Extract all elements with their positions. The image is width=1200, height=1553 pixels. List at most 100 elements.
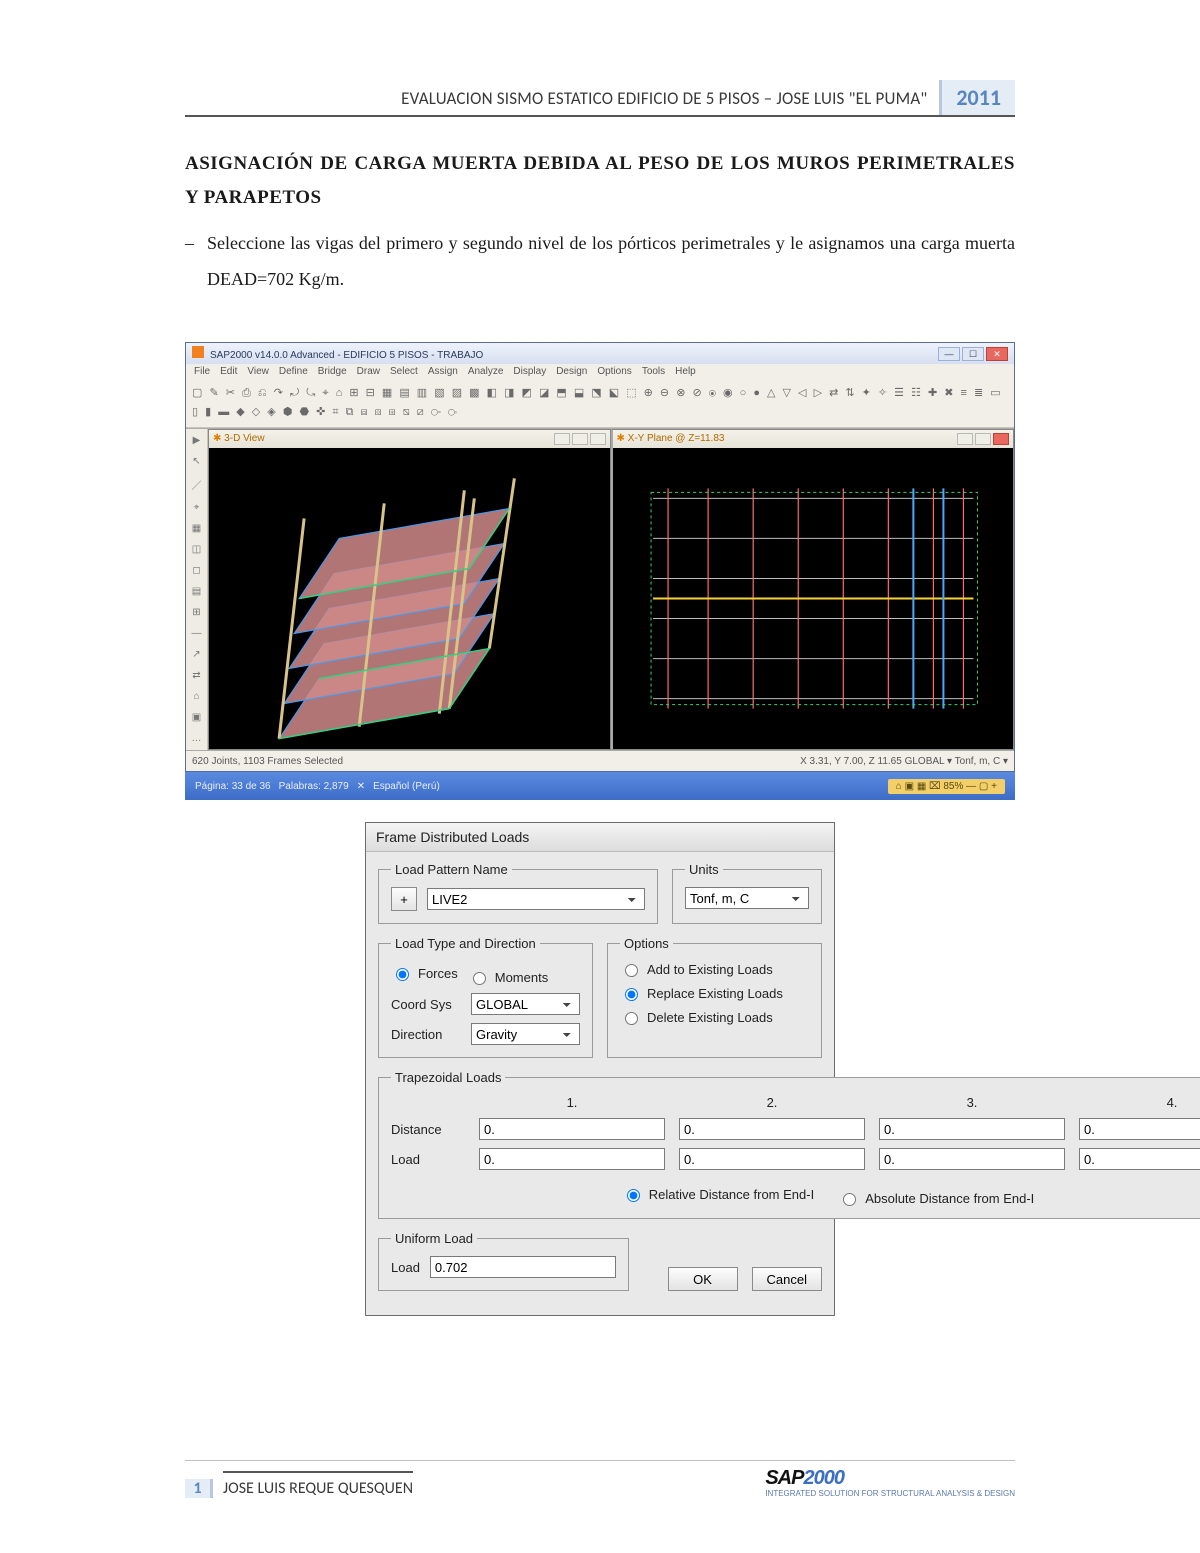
sap-view-3d-title: 3-D View bbox=[224, 433, 264, 444]
label-trap-load: Load bbox=[391, 1152, 465, 1167]
label-distance: Distance bbox=[391, 1122, 465, 1137]
trap-load-1[interactable] bbox=[479, 1148, 665, 1170]
sap-statusbar: 620 Joints, 1103 Frames Selected X 3.31,… bbox=[186, 751, 1014, 772]
group-units: Units Tonf, m, C bbox=[672, 862, 822, 924]
trap-load-4[interactable] bbox=[1079, 1148, 1200, 1170]
sap-workarea: ▶ ↖ ／ ⌖ ▦ ◫ ◻ ▤ ⊞ — ↗ ⇄ ⌂ ▣ … ✱ 3-D View bbox=[186, 428, 1014, 751]
radio-moments[interactable] bbox=[473, 972, 486, 985]
units-select[interactable]: Tonf, m, C bbox=[685, 887, 809, 909]
tool-icon[interactable]: ↗ bbox=[192, 649, 200, 660]
view-close-icon[interactable] bbox=[993, 433, 1009, 445]
tool-icon[interactable]: ↖ bbox=[192, 456, 200, 467]
label-forces: Forces bbox=[418, 966, 458, 981]
group-uniform: Uniform Load Load bbox=[378, 1231, 629, 1291]
view-min-icon[interactable] bbox=[554, 433, 570, 445]
tool-icon[interactable]: — bbox=[192, 628, 202, 639]
menu-select[interactable]: Select bbox=[390, 366, 418, 379]
trap-distance-2[interactable] bbox=[679, 1118, 865, 1140]
radio-absolute-distance[interactable] bbox=[843, 1193, 856, 1206]
section-title: ASIGNACIÓN DE CARGA MUERTA DEBIDA AL PES… bbox=[185, 147, 1015, 215]
load-pattern-select[interactable]: LIVE2 bbox=[427, 888, 645, 910]
sap-view-plan-title: X-Y Plane @ Z=11.83 bbox=[628, 433, 725, 444]
tool-icon[interactable]: ⊞ bbox=[192, 607, 200, 618]
tool-icon[interactable]: ⌖ bbox=[194, 502, 200, 513]
sap-titlebar: SAP2000 v14.0.0 Advanced - EDIFICIO 5 PI… bbox=[186, 343, 1014, 364]
menu-help[interactable]: Help bbox=[675, 366, 696, 379]
menu-analyze[interactable]: Analyze bbox=[468, 366, 504, 379]
view-restore-icon[interactable] bbox=[590, 433, 606, 445]
tool-icon[interactable]: ▦ bbox=[192, 523, 201, 534]
running-head: EVALUACION SISMO ESTATICO EDIFICIO DE 5 … bbox=[185, 80, 1015, 117]
taskbar: Página: 33 de 36 Palabras: 2,879 ✕ Españ… bbox=[185, 772, 1015, 800]
trap-distance-1[interactable] bbox=[479, 1118, 665, 1140]
menu-design[interactable]: Design bbox=[556, 366, 587, 379]
page-number: 1 bbox=[185, 1479, 213, 1498]
running-head-year: 2011 bbox=[939, 80, 1015, 115]
tool-icon[interactable]: ▶ bbox=[193, 435, 201, 446]
radio-forces[interactable] bbox=[396, 968, 409, 981]
cancel-button[interactable]: Cancel bbox=[752, 1267, 822, 1291]
ok-button[interactable]: OK bbox=[668, 1267, 738, 1291]
tool-icon[interactable]: ▣ bbox=[192, 712, 201, 723]
trap-col-2: 2. bbox=[679, 1095, 865, 1110]
tool-icon[interactable]: ◫ bbox=[192, 544, 201, 555]
menu-define[interactable]: Define bbox=[279, 366, 308, 379]
legend-uniform: Uniform Load bbox=[391, 1231, 477, 1246]
tool-icon[interactable]: ▤ bbox=[192, 586, 201, 597]
taskbar-lang[interactable]: Español (Perú) bbox=[373, 781, 440, 792]
status-coords-units: X 3.31, Y 7.00, Z 11.65 GLOBAL ▾ Tonf, m… bbox=[800, 756, 1008, 767]
tool-icon[interactable]: ⇄ bbox=[192, 670, 200, 681]
label-relative: Relative Distance from End-I bbox=[649, 1187, 814, 1202]
view-max-icon[interactable] bbox=[975, 433, 991, 445]
group-load-pattern: Load Pattern Name + LIVE2 bbox=[378, 862, 658, 924]
frame-distributed-loads-dialog: Frame Distributed Loads Load Pattern Nam… bbox=[365, 822, 835, 1316]
menu-options[interactable]: Options bbox=[597, 366, 631, 379]
tool-icon[interactable]: ／ bbox=[192, 477, 202, 492]
radio-relative-distance[interactable] bbox=[627, 1189, 640, 1202]
menu-draw[interactable]: Draw bbox=[357, 366, 380, 379]
trap-load-3[interactable] bbox=[879, 1148, 1065, 1170]
window-maximize[interactable]: ☐ bbox=[962, 347, 984, 361]
trap-load-2[interactable] bbox=[679, 1148, 865, 1170]
trap-distance-4[interactable] bbox=[1079, 1118, 1200, 1140]
menu-bridge[interactable]: Bridge bbox=[318, 366, 347, 379]
view-max-icon[interactable] bbox=[572, 433, 588, 445]
radio-add-loads[interactable] bbox=[625, 964, 638, 977]
tool-icon[interactable]: ◻ bbox=[192, 565, 200, 576]
view-min-icon[interactable] bbox=[957, 433, 973, 445]
label-absolute: Absolute Distance from End-I bbox=[865, 1191, 1034, 1206]
taskbar-tray[interactable]: ⌂ ▣ ▦ ⌧ 85% — ▢ + bbox=[888, 779, 1005, 794]
direction-select[interactable]: Gravity bbox=[471, 1023, 580, 1045]
sap-window: SAP2000 v14.0.0 Advanced - EDIFICIO 5 PI… bbox=[185, 342, 1015, 772]
tool-icon[interactable]: … bbox=[192, 733, 202, 744]
group-load-type: Load Type and Direction Forces Moments C… bbox=[378, 936, 593, 1058]
radio-replace-loads[interactable] bbox=[625, 988, 638, 1001]
menu-file[interactable]: File bbox=[194, 366, 210, 379]
window-minimize[interactable]: — bbox=[938, 347, 960, 361]
uniform-load-input[interactable] bbox=[430, 1256, 616, 1278]
sap-view-plan[interactable]: ✱ X-Y Plane @ Z=11.83 bbox=[611, 429, 1015, 750]
group-trapezoidal: Trapezoidal Loads 1. 2. 3. 4. Distance L… bbox=[378, 1070, 1200, 1219]
menu-assign[interactable]: Assign bbox=[428, 366, 458, 379]
label-direction: Direction bbox=[391, 1027, 461, 1042]
menu-tools[interactable]: Tools bbox=[642, 366, 665, 379]
sap-sidetoolbar[interactable]: ▶ ↖ ／ ⌖ ▦ ◫ ◻ ▤ ⊞ — ↗ ⇄ ⌂ ▣ … bbox=[186, 429, 208, 750]
sap-view-3d[interactable]: ✱ 3-D View bbox=[208, 429, 611, 750]
add-pattern-button[interactable]: + bbox=[391, 887, 417, 911]
coord-sys-select[interactable]: GLOBAL bbox=[471, 993, 580, 1015]
menu-display[interactable]: Display bbox=[513, 366, 546, 379]
legend-load-pattern: Load Pattern Name bbox=[391, 862, 512, 877]
legend-options: Options bbox=[620, 936, 673, 951]
menu-view[interactable]: View bbox=[247, 366, 269, 379]
model-plan-icon bbox=[613, 448, 1014, 749]
taskbar-proofing-icon[interactable]: ✕ bbox=[357, 781, 365, 792]
taskbar-page: Página: 33 de 36 bbox=[195, 781, 271, 792]
menu-edit[interactable]: Edit bbox=[220, 366, 237, 379]
model-3d-icon bbox=[209, 448, 610, 749]
tool-icon[interactable]: ⌂ bbox=[193, 691, 199, 702]
window-close[interactable]: ✕ bbox=[986, 347, 1008, 361]
label-moments: Moments bbox=[495, 970, 548, 985]
sap-toolbars[interactable]: ▢ ✎ ✂ ⎙ ⎌ ↷ ⤾ ⤿ ⌖ ⌂ ⊞ ⊟ ▦ ▤ ▥ ▧ ▨ ▩ ◧ ◨ … bbox=[186, 381, 1014, 427]
trap-distance-3[interactable] bbox=[879, 1118, 1065, 1140]
radio-delete-loads[interactable] bbox=[625, 1012, 638, 1025]
